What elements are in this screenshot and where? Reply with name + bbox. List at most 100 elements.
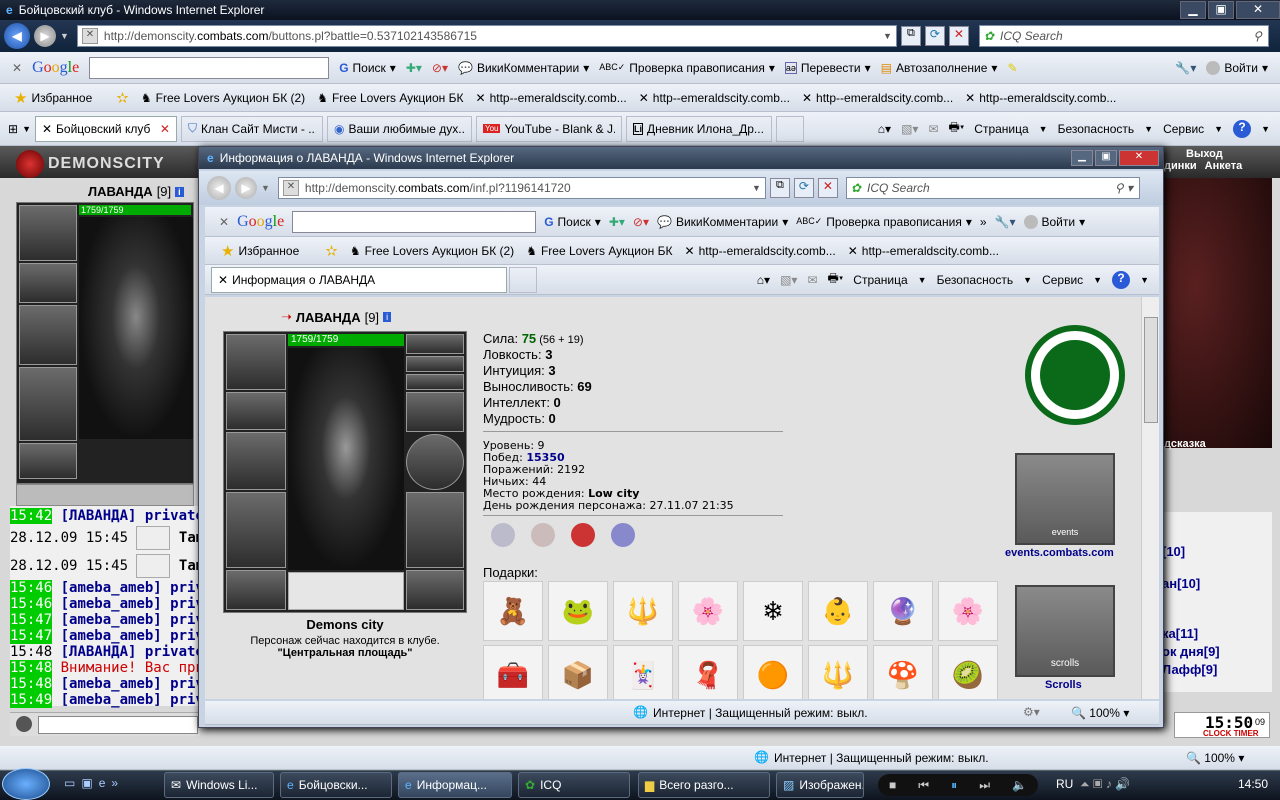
start-button[interactable]	[2, 768, 50, 800]
search-icon[interactable]: ⚲	[1253, 29, 1262, 43]
mail-icon[interactable]: ✉	[807, 273, 817, 287]
popup-maximize-button[interactable]: ▣	[1095, 150, 1117, 166]
popup-icq-search[interactable]: ✿ ICQ Search ⚲ ▾	[845, 177, 1140, 199]
clan-emblem[interactable]	[1025, 325, 1125, 425]
gift-item[interactable]: ❄	[743, 581, 803, 641]
events-banner[interactable]: events	[1015, 453, 1115, 545]
gift-item[interactable]: 🔱	[613, 581, 673, 641]
gift-item[interactable]: 🧰	[483, 645, 543, 699]
refresh-button[interactable]: ⟳	[793, 178, 814, 198]
refresh-button[interactable]: ⟳	[924, 26, 945, 46]
favorites-button[interactable]: ★ Избранное	[14, 89, 92, 107]
google-search-button[interactable]: G Поиск ▾	[339, 61, 396, 75]
popup-google-input[interactable]	[292, 210, 537, 233]
wiki-comments-button[interactable]: 💬 ВикиКомментарии ▾	[657, 215, 788, 229]
amulet-slot[interactable]	[406, 334, 464, 354]
outer-address-bar[interactable]: ✕ http://demonscity. combats.com/buttons.…	[76, 25, 897, 47]
gift-item[interactable]: 🃏	[613, 645, 673, 699]
ring-slot[interactable]	[406, 356, 464, 372]
more-launch-icon[interactable]: »	[111, 776, 118, 790]
mail-icon[interactable]: ✉	[928, 122, 938, 136]
wrench-icon[interactable]: 🔧▾	[995, 215, 1016, 229]
popup-close-button[interactable]: ✕	[1119, 150, 1159, 166]
plus-icon[interactable]: ✚▾	[406, 61, 422, 75]
weapon-slot[interactable]	[19, 305, 77, 365]
belt-slot[interactable]	[19, 443, 77, 479]
scrollbar-thumb[interactable]	[1144, 317, 1158, 423]
gift-item[interactable]: 🌸	[938, 581, 998, 641]
google-search-input[interactable]	[89, 56, 330, 79]
gift-item[interactable]: 🐸	[548, 581, 608, 641]
popup-forward-button[interactable]: ▶	[235, 177, 257, 199]
print-icon[interactable]: 🖶▾	[828, 269, 844, 290]
gift-item[interactable]: 🍄	[873, 645, 933, 699]
fav-link-1[interactable]: ♞ Free Lovers Аукцион БК (2)	[350, 244, 514, 258]
fav-link-1[interactable]: ♞ Free Lovers Аукцион БК (2)	[141, 91, 305, 105]
spellcheck-button[interactable]: ABC✓ Проверка правописания ▾	[796, 215, 972, 229]
help-icon[interactable]: ?	[1233, 119, 1252, 138]
fav-link-2[interactable]: ♞ Free Lovers Аукцион БК	[317, 91, 463, 105]
gift-item[interactable]: 👶	[808, 581, 868, 641]
taskbar-item-windows-live[interactable]: ✉ Windows Li...	[164, 772, 274, 798]
plus-icon[interactable]: ✚▾	[609, 215, 625, 229]
highlighter-icon[interactable]: ✎	[1007, 61, 1017, 75]
fav-link-3[interactable]: ✕ http--emeraldscity.comb...	[685, 244, 836, 258]
stop-button[interactable]: ✕	[817, 178, 838, 198]
tab-youtube[interactable]: You YouTube - Blank & J...	[475, 115, 622, 142]
tools-menu[interactable]: Сервис	[1042, 273, 1083, 287]
add-favorite-icon[interactable]: ✫	[116, 89, 129, 107]
scrolls-banner[interactable]: scrolls	[1015, 585, 1115, 677]
sign-in-button[interactable]: Войти ▾	[1206, 60, 1268, 75]
helmet-slot[interactable]	[226, 334, 286, 390]
google-search-button[interactable]: G Поиск ▾	[544, 215, 601, 229]
fav-link-4[interactable]: ✕ http--emeraldscity.comb...	[848, 244, 999, 258]
tab-clan-site[interactable]: ⛉ Клан Сайт Мисти - ...	[180, 115, 323, 142]
bracers-slot[interactable]	[19, 263, 77, 303]
prev-icon[interactable]: ⏮	[918, 778, 929, 793]
history-dropdown[interactable]: ▼	[60, 31, 69, 41]
gift-item[interactable]: 📦	[548, 645, 608, 699]
popup-tab-info[interactable]: ✕ Информация о ЛАВАНДА	[211, 266, 507, 293]
translate-button[interactable]: aə Перевести ▾	[784, 61, 871, 75]
back-button[interactable]: ◀	[4, 23, 30, 49]
gift-item[interactable]: 🥝	[938, 645, 998, 699]
outer-icq-search[interactable]: ✿ ICQ Search ⚲	[978, 25, 1269, 47]
sign-in-button[interactable]: Войти ▾	[1023, 214, 1085, 229]
show-desktop-icon[interactable]: ▭	[64, 776, 75, 790]
home-icon[interactable]: ⌂▾	[878, 122, 891, 136]
gift-item[interactable]: 🧣	[678, 645, 738, 699]
armor-slot[interactable]	[19, 367, 77, 441]
switch-windows-icon[interactable]: ▣	[81, 776, 92, 790]
maximize-button[interactable]: ▣	[1208, 1, 1234, 19]
autofill-button[interactable]: ▤ Автозаполнение ▾	[881, 61, 998, 75]
leggings-slot[interactable]	[406, 492, 464, 568]
gift-item[interactable]: 🧸	[483, 581, 543, 641]
print-icon[interactable]: 🖶▾	[949, 118, 965, 139]
tray-icons[interactable]: ⏶ ▣ ♪ 🔊	[1080, 777, 1130, 792]
protected-mode-icon[interactable]: ⚙▾	[1023, 705, 1040, 719]
add-favorite-icon[interactable]: ✫	[325, 242, 338, 260]
fav-link-2[interactable]: ♞ Free Lovers Аукцион БК	[526, 244, 672, 258]
language-indicator[interactable]: RU	[1056, 777, 1073, 791]
smiley-icon[interactable]	[16, 716, 32, 732]
link-instructions[interactable]: динки	[1164, 160, 1197, 172]
popup-scrollbar[interactable]	[1141, 297, 1159, 699]
quick-tabs-icon[interactable]: ⊞	[8, 122, 18, 136]
close-toolbar-icon[interactable]: ✕	[12, 61, 22, 75]
next-icon[interactable]: ⏭	[979, 778, 990, 793]
pause-icon[interactable]: ⏸	[951, 778, 957, 793]
exit-link[interactable]: Выход	[1186, 148, 1223, 160]
gloves-slot[interactable]	[406, 392, 464, 432]
link-profile[interactable]: Анкета	[1205, 160, 1243, 172]
bracers-slot[interactable]	[226, 392, 286, 430]
gift-item[interactable]: 🟠	[743, 645, 803, 699]
belt-slot[interactable]	[226, 570, 286, 610]
fav-link-6[interactable]: ✕ http--emeraldscity.comb...	[965, 91, 1116, 105]
stop-media-icon[interactable]: ■	[889, 778, 896, 792]
shield-slot[interactable]	[406, 434, 464, 490]
info-icon[interactable]: i	[383, 312, 392, 322]
tab-diary[interactable]: Li Дневник Илона_Др...	[625, 115, 772, 142]
close-tab-icon[interactable]: ✕	[160, 122, 170, 136]
spellcheck-button[interactable]: ABC✓ Проверка правописания ▾	[599, 61, 775, 75]
safety-menu[interactable]: Безопасность	[937, 273, 1014, 287]
